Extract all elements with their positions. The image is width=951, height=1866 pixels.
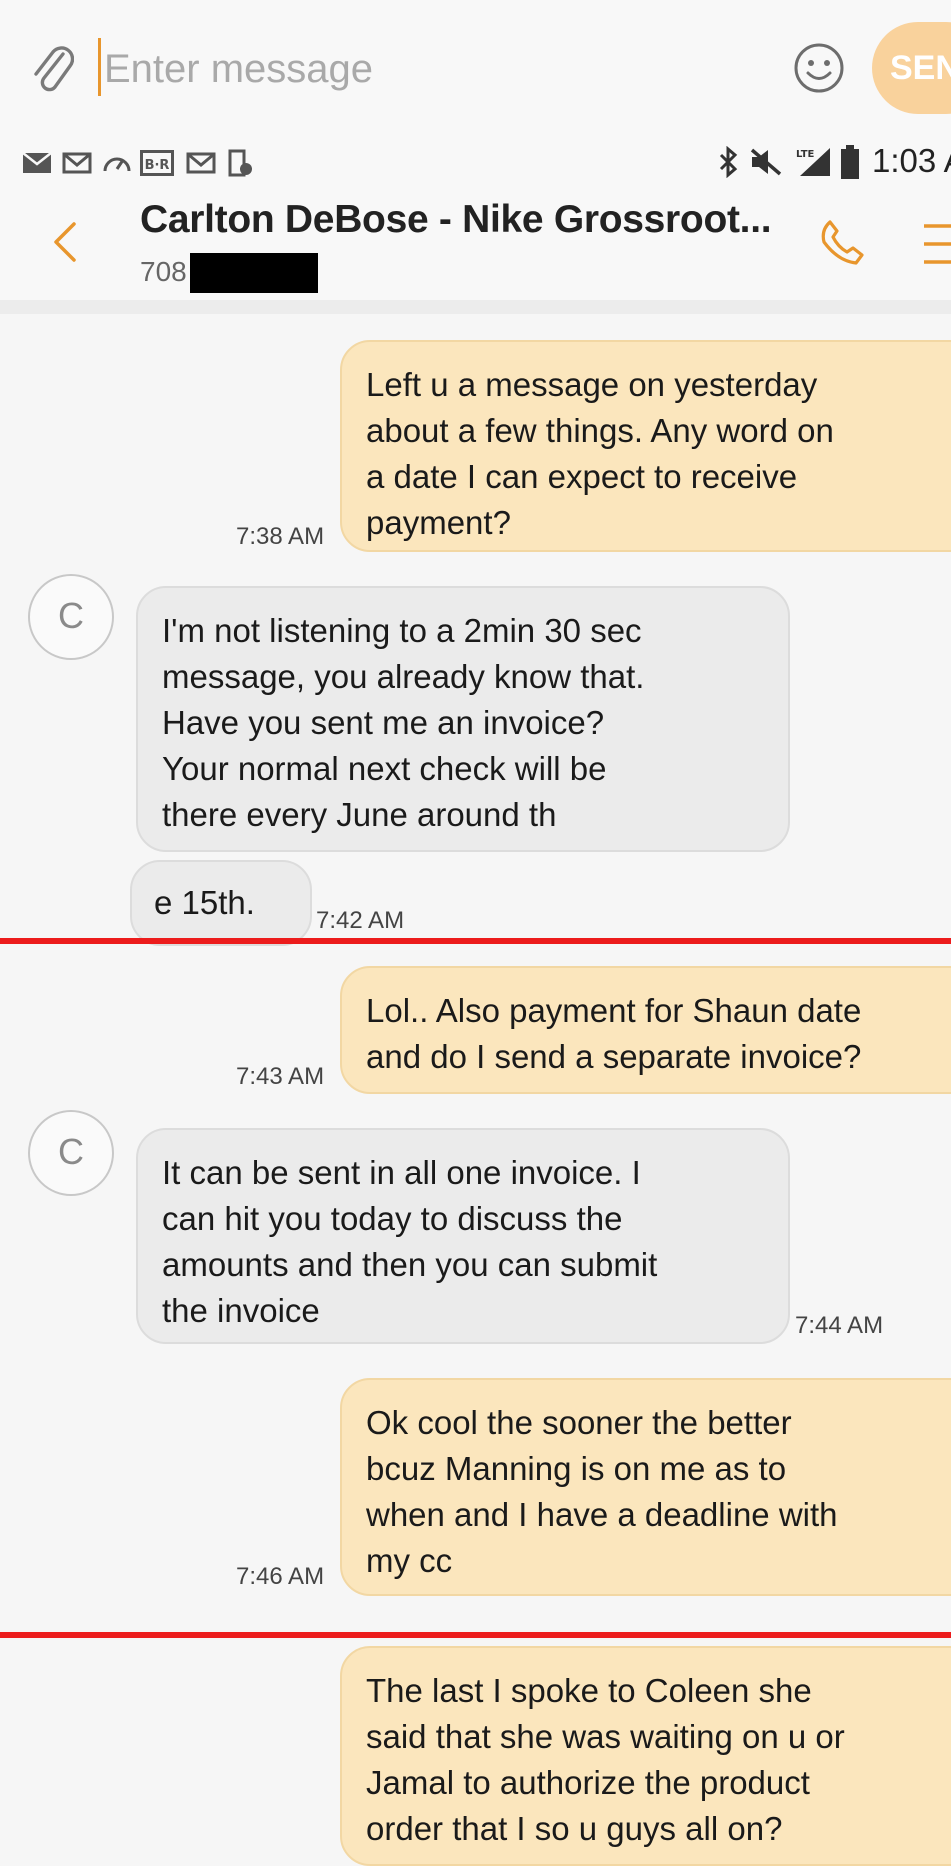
message-bubble-incoming[interactable]: It can be sent in all one invoice. I can… <box>136 1128 790 1344</box>
text-cursor <box>98 38 101 96</box>
message-line: message, you already know that. <box>162 658 645 695</box>
bluetooth-icon <box>719 146 738 178</box>
svg-text:LTE: LTE <box>796 149 815 160</box>
message-timestamp: 7:42 AM <box>316 907 405 934</box>
battery-icon <box>841 145 859 179</box>
phone-icon[interactable] <box>816 216 868 268</box>
red-divider-line <box>0 1632 951 1638</box>
message-line: It can be sent in all one invoice. I <box>162 1154 641 1191</box>
message-line: my cc <box>366 1542 453 1579</box>
message-line: the invoice <box>162 1292 320 1329</box>
message-line: when and I have a deadline with <box>366 1496 838 1533</box>
message-bubble-outgoing[interactable]: Lol.. Also payment for Shaun date and do… <box>340 966 951 1094</box>
status-bar: B·R LTE 1:03 AM <box>0 138 951 186</box>
message-bubble-outgoing[interactable]: Left u a message on yesterday about a fe… <box>340 340 951 552</box>
svg-text:B·R: B·R <box>145 158 170 173</box>
redaction-bar <box>190 253 318 293</box>
message-line: Ok cool the sooner the better <box>366 1404 792 1441</box>
message-line: Your normal next check will be <box>162 750 607 787</box>
message-line: Have you sent me an invoice? <box>162 704 605 741</box>
contact-name: Carlton DeBose - Nike Grossroot... <box>140 198 772 241</box>
message-line: amounts and then you can submit <box>162 1246 658 1283</box>
message-line: can hit you today to discuss the <box>162 1200 623 1237</box>
message-line: Left u a message on yesterday <box>366 366 818 403</box>
scrolled-content-edge <box>0 300 951 314</box>
message-bubble-incoming[interactable]: e 15th. <box>130 860 312 946</box>
message-bubble-incoming[interactable]: I'm not listening to a 2min 30 sec messa… <box>136 586 790 852</box>
contact-avatar[interactable]: C <box>28 1110 114 1196</box>
message-line: Jamal to authorize the product <box>366 1764 810 1801</box>
message-line: payment? <box>366 504 511 541</box>
message-line: said that she was waiting on u or <box>366 1718 845 1755</box>
gmail-icon <box>62 152 92 174</box>
back-arrow-icon[interactable] <box>50 220 80 264</box>
status-time: 1:03 AM <box>872 142 951 179</box>
message-input[interactable] <box>104 38 644 100</box>
file-icon <box>228 149 252 177</box>
mail-icon <box>186 152 216 174</box>
message-line: order that I so u guys all on? <box>366 1810 783 1847</box>
message-line: e 15th. <box>154 884 255 921</box>
message-timestamp: 7:38 AM <box>236 523 325 550</box>
message-timestamp: 7:44 AM <box>795 1312 884 1339</box>
message-line: a date I can expect to receive <box>366 458 798 495</box>
message-bubble-outgoing[interactable]: The last I spoke to Coleen she said that… <box>340 1646 951 1866</box>
contact-avatar[interactable]: C <box>28 574 114 660</box>
message-line: Lol.. Also payment for Shaun date <box>366 992 862 1029</box>
message-line: bcuz Manning is on me as to <box>366 1450 787 1487</box>
menu-icon[interactable] <box>920 222 951 266</box>
message-timestamp: 7:43 AM <box>236 1063 325 1090</box>
message-line: about a few things. Any word on <box>366 412 834 449</box>
lte-signal-icon: LTE <box>796 148 830 176</box>
message-timestamp: 7:46 AM <box>236 1563 325 1590</box>
mute-icon <box>750 148 782 176</box>
contact-number: 708 <box>140 256 187 287</box>
red-divider-line <box>0 938 951 944</box>
br-app-icon: B·R <box>140 150 174 176</box>
message-line: The last I spoke to Coleen she <box>366 1672 812 1709</box>
message-line: and do I send a separate invoice? <box>366 1038 862 1075</box>
mail-icon <box>22 152 52 173</box>
message-bubble-outgoing[interactable]: Ok cool the sooner the better bcuz Manni… <box>340 1378 951 1596</box>
message-line: I'm not listening to a 2min 30 sec <box>162 612 642 649</box>
emoji-icon[interactable] <box>793 42 845 94</box>
message-line: there every June around th <box>162 796 557 833</box>
paperclip-icon[interactable] <box>30 40 74 96</box>
speedometer-icon <box>103 157 131 172</box>
